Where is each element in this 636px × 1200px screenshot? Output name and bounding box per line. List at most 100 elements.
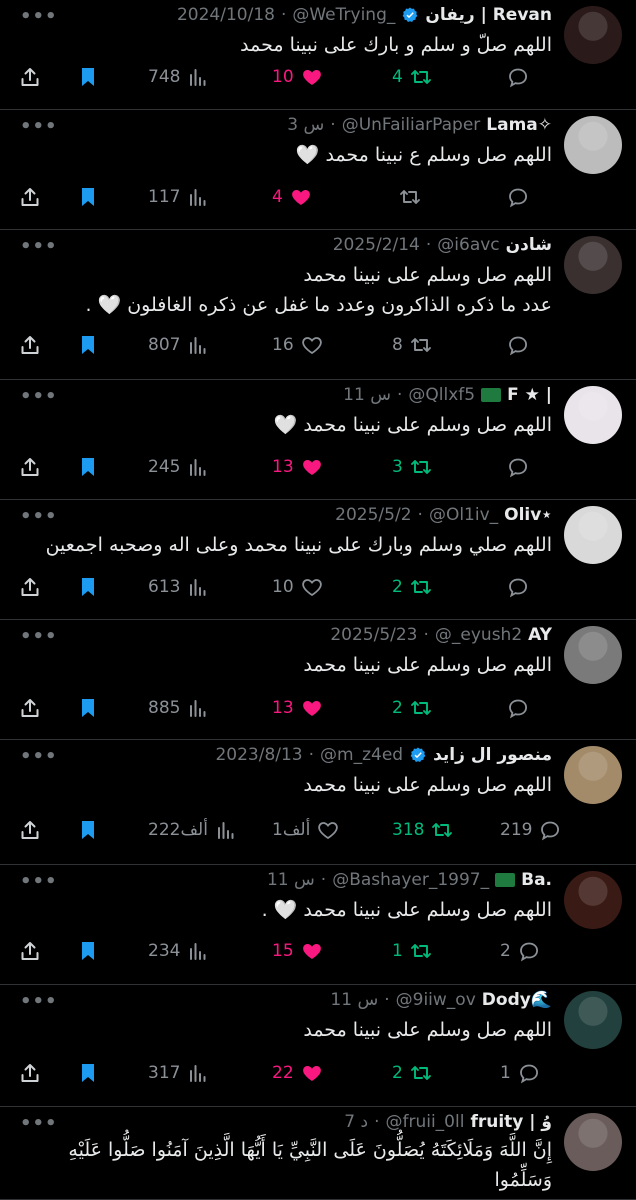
timestamp[interactable]: 2025/5/2	[335, 505, 411, 525]
bookmark-button[interactable]	[76, 815, 100, 845]
reply-button[interactable]	[500, 572, 530, 602]
views-button[interactable]: 885	[148, 693, 210, 723]
retweet-button[interactable]: 8	[392, 330, 433, 360]
views-button[interactable]: 245	[148, 452, 210, 482]
tweet-card[interactable]: ••• Oliv⋆ @Ol1iv_ · 2025/5/2 اللهم صلي وسلم و…	[0, 500, 636, 620]
author-name[interactable]: Lama✧	[486, 115, 552, 135]
avatar[interactable]	[564, 1113, 622, 1171]
tweet-card[interactable]: ••• F ★ | @Qllxf5 · 11 س اللهم صل وسلم على نب…	[0, 380, 636, 500]
timestamp[interactable]: 11 س	[330, 990, 378, 1010]
share-button[interactable]	[18, 572, 42, 602]
more-icon[interactable]: •••	[20, 991, 58, 1012]
retweet-button[interactable]: 318	[392, 815, 454, 845]
like-button[interactable]: 13	[272, 693, 324, 723]
like-button[interactable]: 10	[272, 572, 324, 602]
like-button[interactable]: 15	[272, 936, 324, 966]
reply-button[interactable]: 1	[500, 1058, 541, 1088]
tweet-card[interactable]: ••• ريفان | Revan @WeTrying_ · 2024/10/18 الل…	[0, 0, 636, 110]
more-icon[interactable]: •••	[20, 6, 58, 27]
avatar[interactable]	[564, 626, 622, 684]
share-button[interactable]	[18, 693, 42, 723]
like-button[interactable]: 1ألف	[272, 815, 340, 845]
more-icon[interactable]: •••	[20, 386, 58, 407]
author-name[interactable]: Oliv⋆	[504, 505, 552, 525]
more-icon[interactable]: •••	[20, 746, 58, 767]
more-icon[interactable]: •••	[20, 1113, 58, 1134]
share-button[interactable]	[18, 182, 42, 212]
bookmark-button[interactable]	[76, 572, 100, 602]
avatar[interactable]	[564, 116, 622, 174]
bookmark-button[interactable]	[76, 1058, 100, 1088]
author-name[interactable]: ريفان | Revan	[425, 5, 552, 25]
author-handle[interactable]: @9iiw_ov	[396, 990, 476, 1010]
tweet-card[interactable]: ••• Ba. @Bashayer_1997_ · 11 س اللهم صل وسلم …	[0, 865, 636, 985]
bookmark-button[interactable]	[76, 182, 100, 212]
tweet-card[interactable]: ••• Lama✧ @UnFailiarPaper · 3 س اللهم صل وسلم…	[0, 110, 636, 230]
author-name[interactable]: fruity | وُ	[470, 1112, 552, 1132]
author-name[interactable]: منصور ال زايد	[433, 745, 552, 765]
bookmark-button[interactable]	[76, 452, 100, 482]
timestamp[interactable]: 3 س	[287, 115, 324, 135]
share-button[interactable]	[18, 452, 42, 482]
avatar[interactable]	[564, 746, 622, 804]
author-handle[interactable]: @fruii_0ll	[385, 1112, 464, 1132]
author-name[interactable]: AY	[528, 625, 552, 645]
author-handle[interactable]: @Bashayer_1997_	[332, 870, 489, 890]
author-handle[interactable]: @_eyush2	[435, 625, 522, 645]
bookmark-button[interactable]	[76, 62, 100, 92]
like-button[interactable]: 13	[272, 452, 324, 482]
author-handle[interactable]: @WeTrying_	[292, 5, 395, 25]
more-icon[interactable]: •••	[20, 626, 58, 647]
timestamp[interactable]: 11 س	[343, 385, 391, 405]
like-button[interactable]: 16	[272, 330, 324, 360]
bookmark-button[interactable]	[76, 330, 100, 360]
like-button[interactable]: 4	[272, 182, 313, 212]
tweet-card[interactable]: ••• شادن @i6avc · 2025/2/14 اللهم صل وسلم على…	[0, 230, 636, 380]
retweet-button[interactable]	[392, 182, 422, 212]
share-button[interactable]	[18, 815, 42, 845]
retweet-button[interactable]: 4	[392, 62, 433, 92]
timestamp[interactable]: 2024/10/18	[177, 5, 275, 25]
author-name[interactable]: Ba.	[521, 870, 552, 890]
avatar[interactable]	[564, 871, 622, 929]
avatar[interactable]	[564, 386, 622, 444]
avatar[interactable]	[564, 991, 622, 1049]
retweet-button[interactable]: 3	[392, 452, 433, 482]
author-name[interactable]: شادن	[506, 235, 552, 255]
views-button[interactable]: 317	[148, 1058, 210, 1088]
author-handle[interactable]: @UnFailiarPaper	[342, 115, 481, 135]
share-button[interactable]	[18, 1058, 42, 1088]
retweet-button[interactable]: 2	[392, 693, 433, 723]
reply-button[interactable]	[500, 330, 530, 360]
more-icon[interactable]: •••	[20, 236, 58, 257]
reply-button[interactable]	[500, 693, 530, 723]
views-button[interactable]: 234	[148, 936, 210, 966]
reply-button[interactable]: 2	[500, 936, 541, 966]
timestamp[interactable]: 7 د	[344, 1112, 368, 1132]
reply-button[interactable]	[500, 182, 530, 212]
reply-button[interactable]: 219	[500, 815, 562, 845]
share-button[interactable]	[18, 936, 42, 966]
share-button[interactable]	[18, 62, 42, 92]
author-handle[interactable]: @i6avc	[437, 235, 499, 255]
timestamp[interactable]: 11 س	[267, 870, 315, 890]
views-button[interactable]: 117	[148, 182, 210, 212]
timestamp[interactable]: 2025/2/14	[333, 235, 420, 255]
views-button[interactable]: 222ألف	[148, 815, 238, 845]
bookmark-button[interactable]	[76, 936, 100, 966]
share-button[interactable]	[18, 330, 42, 360]
views-button[interactable]: 613	[148, 572, 210, 602]
author-handle[interactable]: @m_z4ed	[320, 745, 403, 765]
reply-button[interactable]	[500, 452, 530, 482]
avatar[interactable]	[564, 236, 622, 294]
author-handle[interactable]: @Ol1iv_	[429, 505, 498, 525]
views-button[interactable]: 748	[148, 62, 210, 92]
avatar[interactable]	[564, 506, 622, 564]
tweet-card[interactable]: ••• fruity | وُ @fruii_0ll · 7 د إِنَّ اللَّه…	[0, 1107, 636, 1200]
retweet-button[interactable]: 1	[392, 936, 433, 966]
reply-button[interactable]	[500, 62, 530, 92]
tweet-card[interactable]: ••• منصور ال زايد @m_z4ed · 2023/8/13 اللهم ص…	[0, 740, 636, 865]
like-button[interactable]: 22	[272, 1058, 324, 1088]
like-button[interactable]: 10	[272, 62, 324, 92]
more-icon[interactable]: •••	[20, 506, 58, 527]
